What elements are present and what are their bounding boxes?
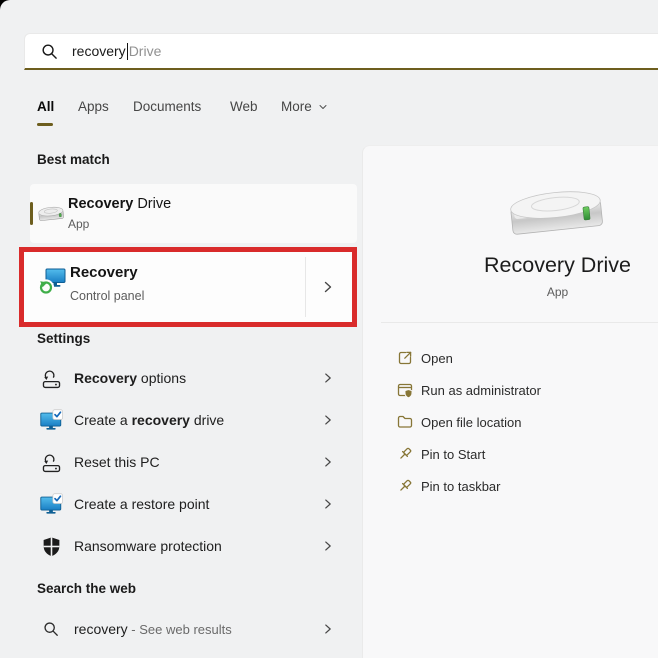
tab-more[interactable]: More: [281, 99, 329, 114]
tab-apps[interactable]: Apps: [78, 99, 109, 114]
preview-divider: [381, 322, 658, 323]
search-flyout: recovery Drive All Apps Documents Web Mo…: [0, 0, 658, 658]
web-result-item[interactable]: recovery - See web results: [30, 608, 357, 650]
recovery-control-panel-item[interactable]: Recovery Control panel: [24, 252, 352, 322]
web-query: recovery: [74, 621, 128, 637]
web-rest: - See web results: [127, 622, 232, 637]
best-match-item[interactable]: Recovery Drive App: [30, 184, 357, 243]
tab-all[interactable]: All: [37, 99, 54, 114]
settings-item-label: Create a recovery drive: [74, 412, 224, 428]
search-input[interactable]: recovery Drive: [24, 33, 658, 70]
settings-item-label: Recovery options: [74, 370, 186, 386]
tab-documents[interactable]: Documents: [133, 99, 201, 114]
chevron-right-icon: [321, 455, 335, 469]
best-match-header: Best match: [37, 152, 110, 167]
search-icon: [38, 621, 64, 637]
label-pre: Reset this PC: [74, 454, 160, 470]
settings-item-ransomware-protection[interactable]: Ransomware protection: [30, 525, 357, 567]
preview-panel: Recovery Drive App Open Run as administr…: [362, 145, 658, 658]
tab-more-label: More: [281, 99, 312, 114]
preview-title: Recovery Drive: [484, 253, 631, 277]
action-label: Pin to taskbar: [421, 478, 501, 494]
search-query-text: recovery: [72, 43, 126, 59]
action-label: Run as administrator: [421, 382, 541, 398]
settings-item-recovery-options[interactable]: Recovery options: [30, 357, 357, 399]
selection-indicator: [30, 202, 33, 225]
chevron-right-icon: [321, 413, 335, 427]
control-panel-recovery-icon: [38, 266, 68, 296]
reset-pc-icon: [38, 450, 64, 475]
highlight-annotation: Recovery Control panel: [19, 247, 357, 327]
label-pre: Create a restore point: [74, 496, 210, 512]
pin-icon: [396, 445, 414, 463]
item-divider: [305, 257, 306, 317]
filter-tabs: All Apps Documents Web More: [0, 96, 658, 130]
open-icon: [396, 349, 414, 367]
pin-icon: [396, 477, 414, 495]
action-label: Open: [421, 350, 453, 366]
settings-item-label: Reset this PC: [74, 454, 160, 470]
action-label: Pin to Start: [421, 446, 486, 462]
chevron-right-icon: [320, 279, 336, 295]
action-open-file-location[interactable]: Open file location: [363, 406, 658, 438]
highlighted-item-subtitle: Control panel: [70, 289, 145, 303]
reset-pc-icon: [38, 366, 64, 391]
settings-item-reset-this-pc[interactable]: Reset this PC: [30, 441, 357, 483]
settings-item-label: Create a restore point: [74, 496, 209, 512]
web-result-label: recovery - See web results: [74, 621, 232, 637]
search-icon: [41, 43, 58, 60]
search-web-header: Search the web: [37, 581, 137, 596]
admin-window-icon: [396, 381, 414, 399]
best-match-subtitle: App: [68, 217, 90, 231]
chevron-down-icon: [317, 101, 329, 113]
monitor-check-icon: [38, 491, 64, 517]
highlighted-item-title: Recovery: [70, 264, 138, 281]
settings-item-label: Ransomware protection: [74, 538, 222, 554]
action-open[interactable]: Open: [363, 342, 658, 374]
action-pin-to-taskbar[interactable]: Pin to taskbar: [363, 470, 658, 502]
best-match-title-rest: Drive: [133, 196, 172, 212]
monitor-check-icon: [38, 407, 64, 433]
hard-drive-icon: [36, 201, 66, 225]
folder-icon: [396, 413, 414, 431]
selected-tab-underline: [37, 123, 53, 126]
text-cursor: [126, 42, 128, 60]
best-match-title: Recovery Drive: [68, 196, 171, 212]
settings-item-create-restore-point[interactable]: Create a restore point: [30, 483, 357, 525]
chevron-right-icon: [321, 539, 335, 553]
label-match: Recovery: [74, 370, 138, 386]
best-match-title-bold: Recovery: [68, 196, 134, 212]
chevron-right-icon: [321, 371, 335, 385]
label-pre: Create a: [74, 412, 132, 428]
search-suggestion-text: Drive: [128, 43, 162, 59]
chevron-right-icon: [321, 622, 335, 636]
chevron-right-icon: [321, 497, 335, 511]
hard-drive-large-icon: [501, 174, 611, 246]
label-post: drive: [189, 412, 225, 428]
label-post: options: [137, 370, 187, 386]
action-pin-to-start[interactable]: Pin to Start: [363, 438, 658, 470]
security-shield-icon: [38, 536, 64, 557]
action-run-as-administrator[interactable]: Run as administrator: [363, 374, 658, 406]
tab-web[interactable]: Web: [230, 99, 258, 114]
settings-item-create-recovery-drive[interactable]: Create a recovery drive: [30, 399, 357, 441]
label-match: recovery: [131, 412, 190, 428]
settings-header: Settings: [37, 331, 91, 346]
preview-subtitle: App: [546, 285, 569, 299]
action-label: Open file location: [421, 414, 522, 430]
label-pre: Ransomware protection: [74, 538, 222, 554]
